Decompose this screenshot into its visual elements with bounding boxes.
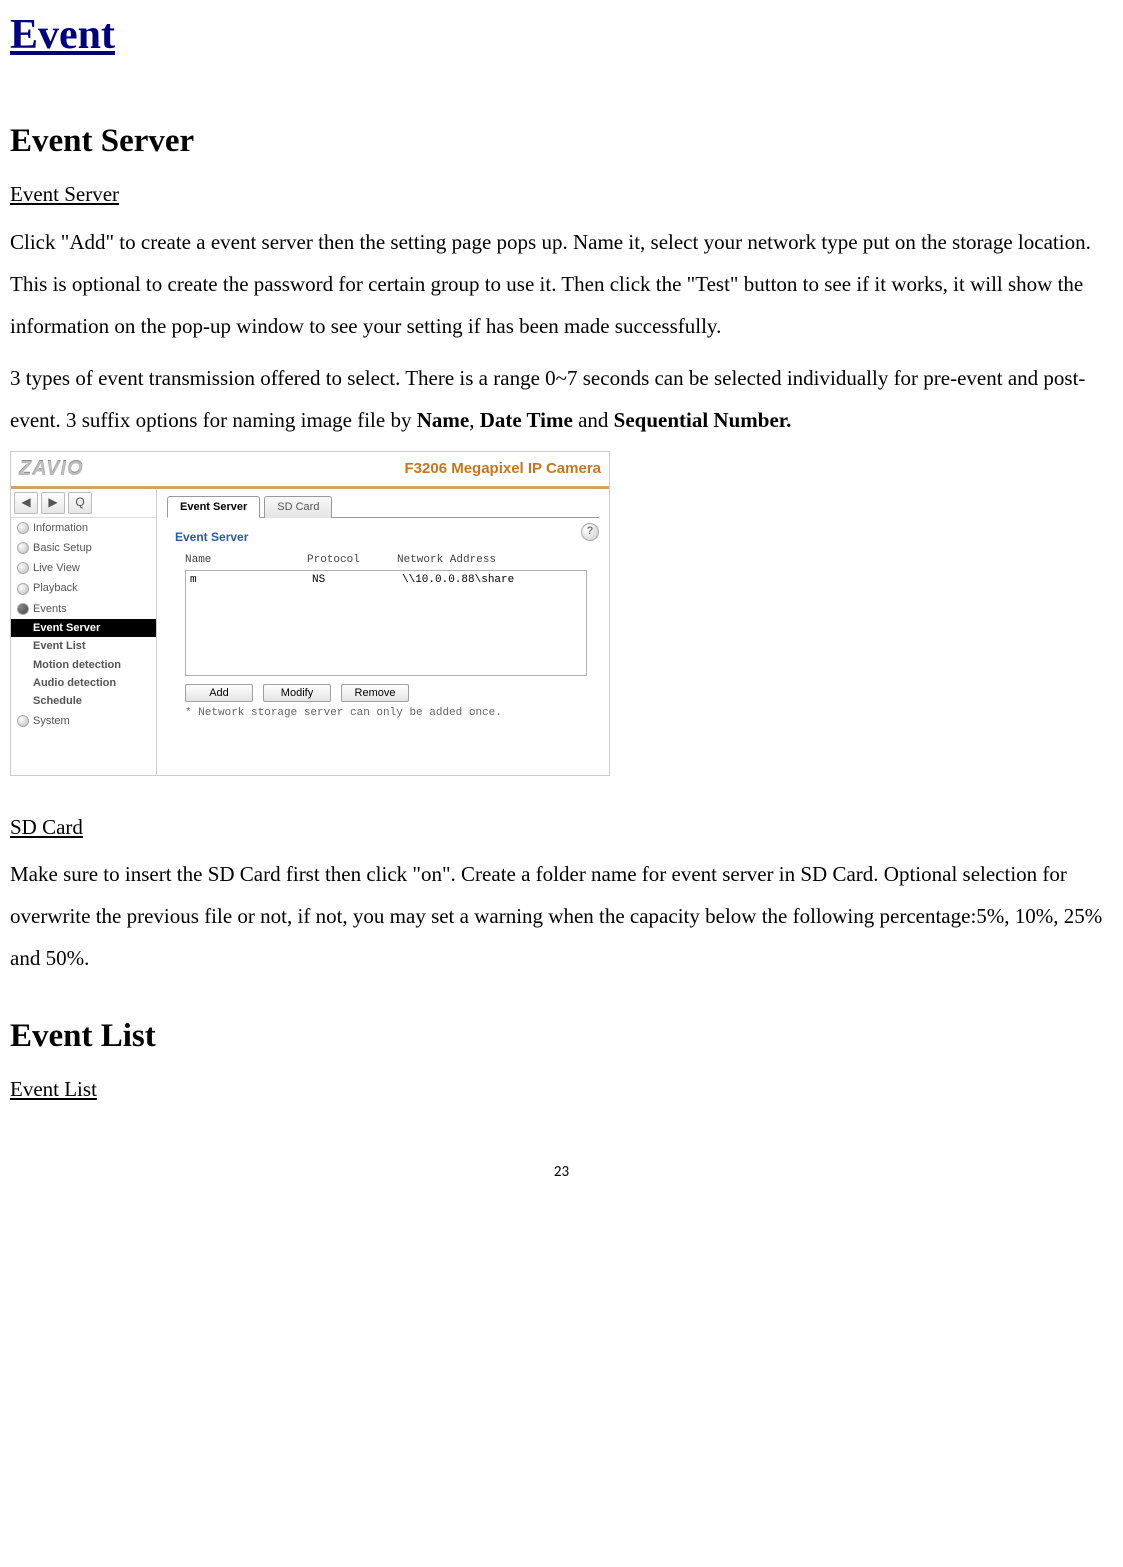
- sidebar-item-motion-detection[interactable]: Motion detection: [11, 656, 156, 674]
- sidebar-item-information[interactable]: Information: [11, 518, 156, 538]
- sidebar-toolbar: ◀ ▶ Q: [11, 489, 156, 518]
- sidebar-item-events[interactable]: Events: [11, 599, 156, 619]
- col-protocol: Protocol: [307, 553, 397, 567]
- sidebar-item-system[interactable]: System: [11, 711, 156, 731]
- note-text: Network storage server can only be added…: [167, 706, 599, 720]
- bullet-icon: [17, 522, 29, 534]
- event-list-title: Event List: [10, 1015, 1113, 1058]
- bullet-icon: [17, 715, 29, 727]
- sidebar-item-schedule[interactable]: Schedule: [11, 692, 156, 710]
- tab-sd-card[interactable]: SD Card: [264, 496, 332, 518]
- col-name: Name: [185, 553, 307, 567]
- sidebar-item-playback[interactable]: Playback: [11, 578, 156, 598]
- sd-card-p: Make sure to insert the SD Card first th…: [10, 853, 1113, 979]
- page-number: 23: [10, 1165, 1113, 1180]
- add-button[interactable]: Add: [185, 684, 253, 702]
- back-icon[interactable]: ◀: [14, 492, 38, 514]
- event-list-subhead: Event List: [10, 1076, 97, 1103]
- modify-button[interactable]: Modify: [263, 684, 331, 702]
- remove-button[interactable]: Remove: [341, 684, 409, 702]
- col-address: Network Address: [397, 553, 599, 567]
- event-server-subhead: Event Server: [10, 181, 119, 208]
- button-row: Add Modify Remove: [185, 684, 599, 702]
- tab-row: Event Server SD Card: [167, 495, 599, 518]
- sidebar-item-live-view[interactable]: Live View: [11, 558, 156, 578]
- event-server-p2: 3 types of event transmission offered to…: [10, 357, 1113, 441]
- app-header: ZAVIO F3206 Megapixel IP Camera: [11, 452, 609, 489]
- bullet-icon: [17, 562, 29, 574]
- forward-icon[interactable]: ▶: [41, 492, 65, 514]
- sd-card-subhead: SD Card: [10, 814, 83, 841]
- sidebar-item-event-server[interactable]: Event Server: [11, 619, 156, 637]
- bullet-icon: [17, 583, 29, 595]
- bullet-icon: [17, 542, 29, 554]
- table-header: Name Protocol Network Address: [167, 553, 599, 569]
- embedded-screenshot: ZAVIO F3206 Megapixel IP Camera ◀ ▶ Q In…: [10, 451, 610, 776]
- sidebar-item-event-list[interactable]: Event List: [11, 637, 156, 655]
- event-server-p1: Click "Add" to create a event server the…: [10, 221, 1113, 347]
- section-title-link[interactable]: Event: [10, 10, 115, 60]
- panel-title: Event Server: [167, 530, 599, 546]
- table-row[interactable]: m NS \\10.0.0.88\share: [190, 573, 582, 587]
- search-icon[interactable]: Q: [68, 492, 92, 514]
- tab-event-server[interactable]: Event Server: [167, 496, 260, 518]
- server-list[interactable]: m NS \\10.0.0.88\share: [185, 570, 587, 676]
- event-server-title: Event Server: [10, 120, 1113, 163]
- sidebar: ◀ ▶ Q Information Basic Setup Live View …: [11, 489, 157, 775]
- logo: ZAVIO: [19, 456, 84, 482]
- sidebar-item-basic-setup[interactable]: Basic Setup: [11, 538, 156, 558]
- help-icon[interactable]: ?: [581, 523, 599, 541]
- sidebar-item-audio-detection[interactable]: Audio detection: [11, 674, 156, 692]
- main-panel: Event Server SD Card ? Event Server Name…: [157, 489, 609, 775]
- bullet-icon: [17, 603, 29, 615]
- product-name: F3206 Megapixel IP Camera: [405, 459, 602, 479]
